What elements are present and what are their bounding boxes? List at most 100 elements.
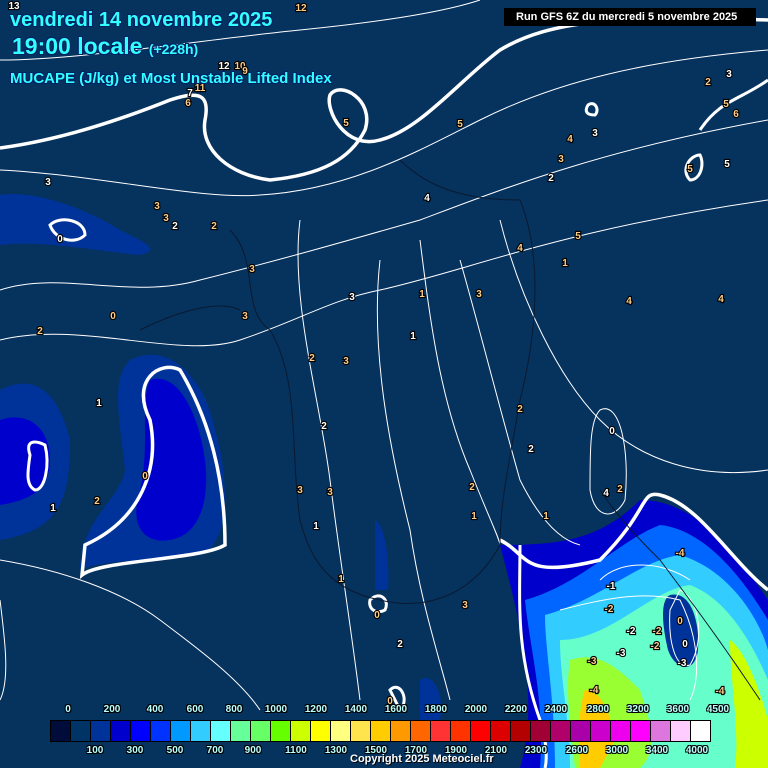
lifted-index-label: 0 [374,610,380,621]
legend-swatch [291,721,311,741]
lifted-index-label: 0 [110,311,116,322]
lifted-index-label: 2 [528,444,534,455]
cape-area-atlantic-north [0,194,151,255]
legend-label: 2000 [464,704,488,715]
lifted-index-label: 2 [172,221,178,232]
lifted-index-label: 4 [626,296,632,307]
legend-swatch [371,721,391,741]
lifted-index-label: 1 [313,521,319,532]
legend-swatch [671,721,691,741]
forecast-time: 19:00 locale (+228h) [12,33,198,60]
lifted-index-label: -3 [678,658,687,669]
legend-swatch [491,721,511,741]
legend-label: 0 [65,704,71,715]
legend-swatch [411,721,431,741]
legend-swatch [51,721,71,741]
legend-swatch [111,721,131,741]
legend-label: 1200 [304,704,328,715]
lifted-index-label: 2 [397,639,403,650]
legend-swatch [511,721,531,741]
lifted-index-label: 3 [154,201,160,212]
legend-label: 3400 [645,745,669,756]
legend-swatch [551,721,571,741]
lifted-index-label: 3 [349,292,355,303]
legend-label: 3200 [626,704,650,715]
color-legend [50,720,711,742]
legend-label: 500 [166,745,184,756]
legend-swatch [271,721,291,741]
legend-swatch [191,721,211,741]
lifted-index-label: -4 [590,685,599,696]
legend-label: 2300 [524,745,548,756]
legend-swatch [391,721,411,741]
lifted-index-label: 1 [96,398,102,409]
lifted-index-label: 2 [321,421,327,432]
lifted-index-label: 2 [705,77,711,88]
legend-label: 2800 [586,704,610,715]
lead-time: (+228h) [148,41,199,57]
lifted-index-label: 3 [327,487,333,498]
legend-label: 1300 [324,745,348,756]
lifted-index-label: -2 [605,604,614,615]
forecast-date: vendredi 14 novembre 2025 [10,9,273,31]
legend-swatch [131,721,151,741]
lifted-index-label: -4 [716,686,725,697]
lifted-index-label: 3 [45,177,51,188]
legend-label: 700 [206,745,224,756]
legend-label: 2400 [544,704,568,715]
legend-swatch [531,721,551,741]
lifted-index-label: 5 [457,119,463,130]
parameter-title: MUCAPE (J/kg) et Most Unstable Lifted In… [10,70,332,87]
legend-label: 900 [244,745,262,756]
lifted-index-label: 2 [548,173,554,184]
lifted-index-label: -1 [607,581,616,592]
lifted-index-label: 5 [343,118,349,129]
lifted-index-label: 0 [609,426,615,437]
legend-swatch [631,721,651,741]
lifted-index-label: 1 [338,574,344,585]
lifted-index-label: 2 [517,404,523,415]
legend-label: 1000 [264,704,288,715]
legend-swatch [471,721,491,741]
legend-swatch [91,721,111,741]
legend-swatch [71,721,91,741]
lifted-index-label: 1 [419,289,425,300]
lifted-index-label: 3 [462,600,468,611]
legend-swatch [591,721,611,741]
copyright: Copyright 2025 Meteociel.fr [350,753,494,765]
lifted-index-label: -2 [653,626,662,637]
lifted-index-label: 3 [297,485,303,496]
legend-label: 4000 [685,745,709,756]
cape-map: 13 121112 1097653332 2300211012332 323 310320… [0,0,768,768]
lifted-index-label: 0 [677,616,683,627]
lifted-index-label: 2 [617,484,623,495]
lifted-index-label: 3 [163,213,169,224]
legend-swatch [231,721,251,741]
lifted-index-label: 5 [687,164,693,175]
lifted-index-label: 5 [723,99,729,110]
legend-swatch [211,721,231,741]
legend-swatch [451,721,471,741]
lifted-index-label: 1 [50,503,56,514]
lifted-index-label: 4 [517,243,523,254]
legend-label: 1100 [285,745,307,756]
legend-label: 200 [103,704,121,715]
lifted-index-label: 4 [718,294,724,305]
legend-label: 1600 [384,704,408,715]
legend-swatch [331,721,351,741]
legend-swatch [151,721,171,741]
cape-shading [0,194,768,768]
legend-label: 1800 [424,704,448,715]
lifted-index-label: 1 [410,331,416,342]
legend-swatch [651,721,671,741]
lifted-index-label: -2 [627,626,636,637]
local-time: 19:00 locale [12,33,143,59]
legend-label: 400 [146,704,164,715]
legend-label: 800 [225,704,243,715]
lifted-index-label: 2 [469,482,475,493]
lifted-index-label: 5 [575,231,581,242]
lifted-index-label: 4 [567,134,573,145]
weather-map-view: 13 12 11 12 10 9 7 6 5 3 3 3 2 2 3 0 0 2 1 1 0 1 2 3 3 2 3 2 3 3 1 0 3 2 0… [0,0,768,768]
legend-swatch [351,721,371,741]
legend-label: 2600 [565,745,589,756]
